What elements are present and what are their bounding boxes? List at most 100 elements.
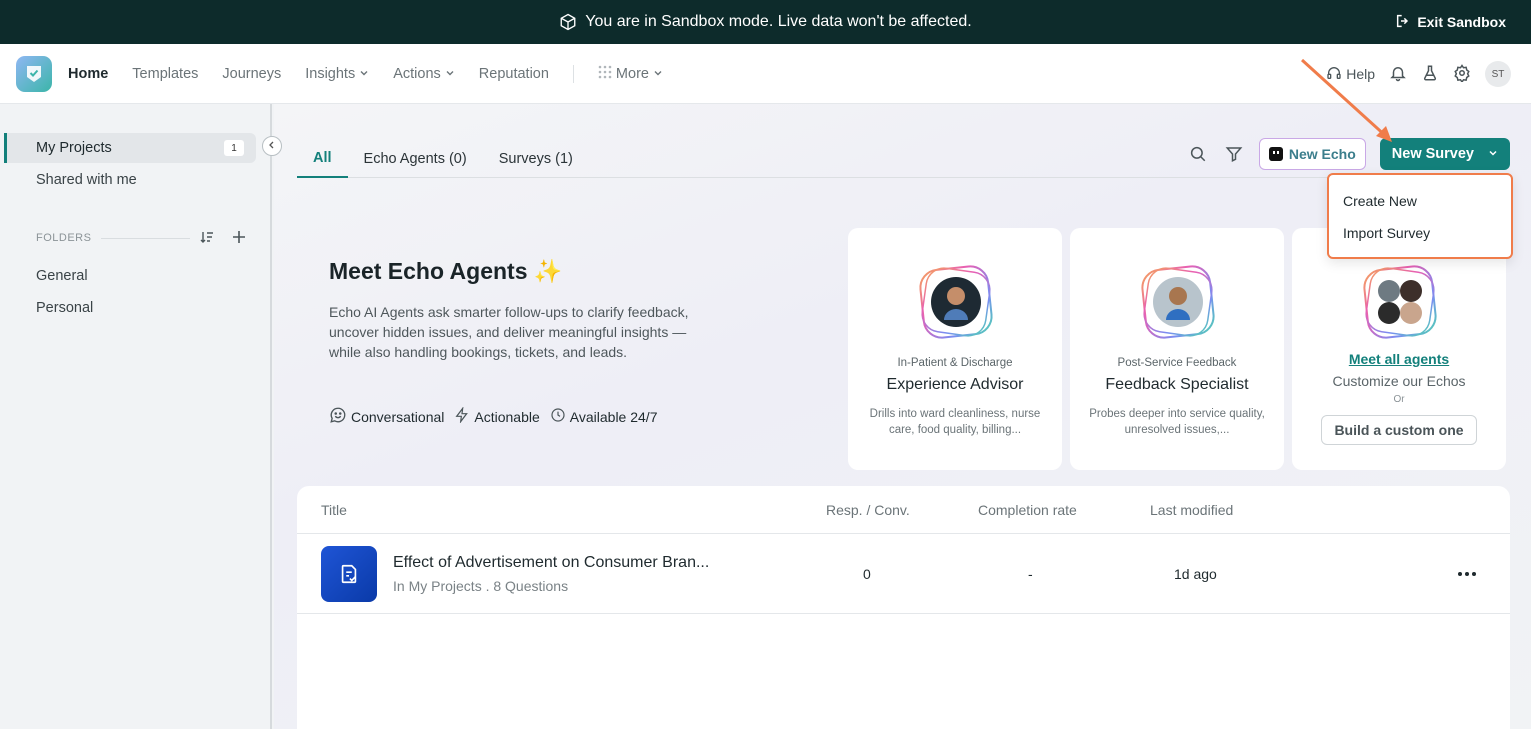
nav-divider [572,65,574,83]
header-last-modified[interactable]: Last modified [1150,502,1233,518]
hero-title-text: Meet Echo Agents [329,258,528,284]
agent-card-experience-advisor[interactable]: In-Patient & Discharge Experience Adviso… [848,228,1062,470]
sandbox-banner: You are in Sandbox mode. Live data won't… [0,0,1531,44]
sidebar-item-my-projects[interactable]: My Projects 1 [4,133,256,163]
sort-icon[interactable] [200,230,214,247]
grid-dots-icon [598,65,612,83]
tab-echo-agents[interactable]: Echo Agents (0) [348,140,483,178]
chevron-down-icon [445,66,455,82]
agent-card-feedback-specialist[interactable]: Post-Service Feedback Feedback Specialis… [1070,228,1284,470]
nav-templates[interactable]: Templates [132,66,198,82]
feature-label: Conversational [351,408,445,425]
survey-subtitle: In My Projects . 8 Questions [393,578,569,594]
help-label: Help [1346,66,1375,82]
nav-right-tools: Help ST [1326,44,1511,104]
nav-insights-label: Insights [305,66,356,82]
nav-more-label: More [615,66,649,82]
feature-label: Available 24/7 [569,408,658,425]
customize-text: Customize our Echos [1332,373,1466,389]
projects-table: Title Resp. / Conv. Completion rate Last… [297,486,1510,729]
agent-category: Post-Service Feedback [1117,357,1237,369]
last-modified: 1d ago [1174,566,1217,582]
add-folder-icon[interactable] [232,230,246,247]
sandbox-message: You are in Sandbox mode. Live data won't… [585,13,972,30]
headset-icon [1326,65,1342,84]
table-row[interactable]: Effect of Advertisement on Consumer Bran… [297,534,1510,614]
nav-reputation-label: Reputation [478,66,549,82]
create-new-menu-item[interactable]: Create New [1329,185,1511,217]
header-resp[interactable]: Resp. / Conv. [826,502,910,518]
folders-header-label: FOLDERS [36,232,92,244]
new-echo-label: New Echo [1288,146,1356,162]
completion-rate: - [1028,566,1033,582]
divider [101,237,190,239]
count-badge: 1 [224,140,244,156]
feature-available: Available 24/7 [550,406,658,427]
new-survey-label: New Survey [1391,146,1474,162]
search-icon[interactable] [1187,143,1209,165]
exit-icon [1395,13,1411,32]
flask-icon[interactable] [1421,64,1439,85]
toolbar: New Echo New Survey [1187,138,1510,170]
header-completion-rate[interactable]: Completion rate [978,502,1077,518]
chat-smile-icon [329,406,347,427]
tab-surveys[interactable]: Surveys (1) [483,140,589,178]
sidebar-item-label: Shared with me [36,172,137,188]
feature-label: Actionable [474,408,540,425]
new-survey-button[interactable]: New Survey [1379,138,1510,170]
resp-count: 0 [863,566,871,582]
exit-sandbox-label: Exit Sandbox [1417,14,1506,30]
sidebar-item-label: My Projects [36,140,112,156]
exit-sandbox-button[interactable]: Exit Sandbox [1395,0,1506,44]
tab-all[interactable]: All [297,140,348,178]
collapse-sidebar-button[interactable] [262,136,282,156]
nav-actions-label: Actions [393,66,441,82]
meet-all-agents-card: Meet all agents Customize our Echos Or B… [1292,228,1506,470]
agent-avatar [918,264,994,340]
nav-actions[interactable]: Actions [393,66,455,82]
sidebar-item-personal[interactable]: Personal [4,293,256,323]
nav-reputation[interactable]: Reputation [479,66,549,82]
echo-icon [1268,147,1283,161]
sidebar-item-label: General [36,268,88,284]
lightning-icon [454,406,470,426]
hero-title: Meet Echo Agents ✨ [329,258,563,285]
sidebar-item-label: Personal [36,300,94,316]
build-custom-button[interactable]: Build a custom one [1321,415,1477,445]
sidebar-item-shared-with-me[interactable]: Shared with me [4,165,256,195]
import-survey-menu-item[interactable]: Import Survey [1329,217,1511,249]
gear-icon[interactable] [1453,63,1471,85]
nav-journeys[interactable]: Journeys [222,66,281,82]
filter-icon[interactable] [1223,143,1245,165]
survey-icon [321,546,377,602]
chevron-down-icon [653,66,663,82]
agent-description: Drills into ward cleanliness, nurse care… [869,408,1041,436]
cube-icon [559,13,577,31]
nav-journeys-label: Journeys [222,66,282,82]
sidebar: My Projects 1 Shared with me FOLDERS Gen… [0,104,272,729]
chevron-down-icon [1488,146,1498,162]
nav-home[interactable]: Home [68,66,108,82]
avatar[interactable]: ST [1485,61,1511,87]
hero-description: Echo AI Agents ask smarter follow-ups to… [329,304,689,360]
chevron-down-icon [359,66,369,82]
main-content: All Echo Agents (0) Surveys (1) New Echo… [274,104,1531,729]
sidebar-item-general[interactable]: General [4,261,256,291]
agent-avatar [1140,264,1216,340]
or-text: Or [1393,394,1405,405]
meet-all-agents-link[interactable]: Meet all agents [1292,351,1506,367]
app-logo[interactable] [16,56,52,92]
new-echo-button[interactable]: New Echo [1258,138,1366,170]
feature-actionable: Actionable [454,406,540,427]
more-options-icon[interactable] [1455,562,1479,586]
help-button[interactable]: Help [1326,65,1375,84]
agents-group-avatar [1362,264,1438,340]
survey-title[interactable]: Effect of Advertisement on Consumer Bran… [393,554,709,572]
sparkle-icon: ✨ [533,258,563,284]
nav-insights[interactable]: Insights [305,66,369,82]
feature-list: Conversational Actionable Available 24/7 [329,406,657,427]
header-title[interactable]: Title [321,502,347,518]
clock-icon [550,407,566,426]
nav-more[interactable]: More [598,65,663,83]
bell-icon[interactable] [1389,64,1407,85]
